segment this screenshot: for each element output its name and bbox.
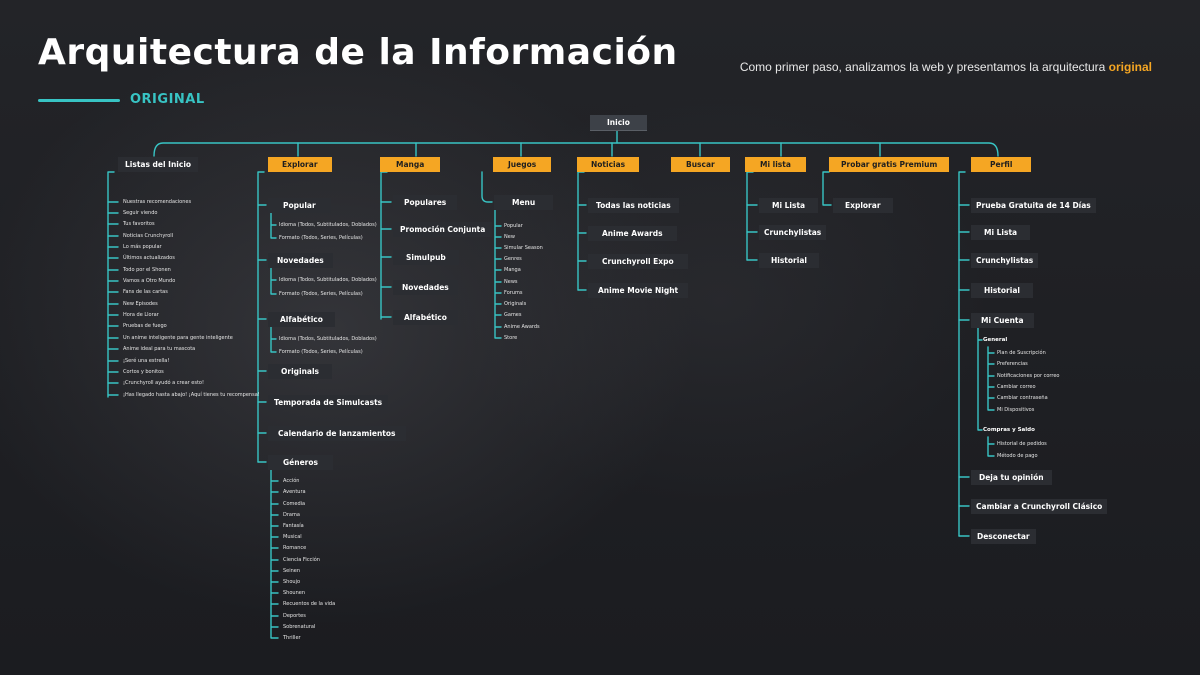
leaf-menu-item: Genres bbox=[504, 256, 522, 262]
node-popular: Popular bbox=[268, 198, 331, 213]
node-generos: Géneros bbox=[268, 455, 333, 470]
leaf-filter: Idioma (Todos, Subtitulados, Doblados) bbox=[279, 336, 377, 342]
node-crunchyroll-expo: Crunchyroll Expo bbox=[588, 254, 688, 269]
node-alfabetico: Alfabético bbox=[268, 312, 335, 327]
leaf-menu-item: Simular Season bbox=[504, 245, 543, 251]
node-todas-las-noticias: Todas las noticias bbox=[588, 198, 679, 213]
node-temporada-simulcasts: Temporada de Simulcasts bbox=[268, 395, 389, 410]
node-mi-cuenta: Mi Cuenta bbox=[971, 313, 1034, 328]
node-probar-gratis-premium: Probar gratis Premium bbox=[829, 157, 950, 172]
leaf-compras-item: Método de pago bbox=[997, 453, 1038, 459]
leaf-listas-item: Seguir viendo bbox=[123, 210, 158, 216]
node-cambiar-clasico: Cambiar a Crunchyroll Clásico bbox=[971, 499, 1108, 514]
node-perfil-crunchylistas: Crunchylistas bbox=[971, 253, 1039, 268]
leaf-filter: Idioma (Todos, Subtitulados, Doblados) bbox=[279, 222, 377, 228]
leaf-menu-item: Manga bbox=[504, 267, 521, 273]
leaf-menu-item: Popular bbox=[504, 223, 523, 229]
leaf-compras-item: Historial de pedidos bbox=[997, 441, 1047, 447]
leaf-genero: Deportes bbox=[283, 613, 306, 619]
node-listas-del-inicio: Listas del Inicio bbox=[118, 157, 199, 172]
node-manga-simulpub: Simulpub bbox=[393, 250, 459, 265]
leaf-listas-item: Un anime inteligente para gente intelige… bbox=[123, 335, 233, 341]
leaf-general-item: Plan de Suscripción bbox=[997, 350, 1046, 356]
leaf-listas-item: Noticias Crunchyroll bbox=[123, 233, 174, 239]
node-originals: Originals bbox=[268, 364, 333, 379]
leaf-filter: Formato (Todos, Series, Películas) bbox=[279, 291, 363, 297]
node-desconectar: Desconectar bbox=[971, 529, 1036, 544]
leaf-genero: Comedia bbox=[283, 501, 306, 507]
node-perfil: Perfil bbox=[971, 157, 1032, 172]
leaf-general-item: Cambiar contraseña bbox=[997, 395, 1048, 401]
leaf-menu-item: Forums bbox=[504, 290, 523, 296]
node-perfil-historial: Historial bbox=[971, 283, 1033, 298]
leaf-listas-item: Hora de Llorar bbox=[123, 312, 159, 318]
leaf-general-item: Preferencias bbox=[997, 361, 1028, 367]
leaf-listas-item: ¡Seré una estrella! bbox=[123, 358, 170, 364]
node-noticias: Noticias bbox=[577, 157, 640, 172]
leaf-filter: Idioma (Todos, Subtitulados, Doblados) bbox=[279, 277, 377, 283]
leaf-listas-item: New Episodes bbox=[123, 301, 158, 307]
node-buscar: Buscar bbox=[671, 157, 730, 172]
leaf-listas-item: Últimos actualizados bbox=[123, 255, 175, 261]
leaf-general-item: Notificaciones por correo bbox=[997, 373, 1060, 379]
node-juegos: Juegos bbox=[493, 157, 552, 172]
node-anime-movie-night: Anime Movie Night bbox=[588, 283, 689, 298]
leaf-menu-item: New bbox=[504, 234, 515, 240]
leaf-genero: Fantasía bbox=[283, 523, 304, 529]
node-probar-explorar: Explorar bbox=[833, 198, 893, 213]
leaf-genero: Shoujo bbox=[283, 579, 301, 585]
leaf-menu-item: News bbox=[504, 279, 518, 285]
leaf-genero: Aventura bbox=[283, 489, 306, 495]
leaf-filter: Formato (Todos, Series, Películas) bbox=[279, 235, 363, 241]
node-manga-populares: Populares bbox=[393, 195, 458, 210]
leaf-general-item: Mi Dispositivos bbox=[997, 407, 1035, 413]
node-perfil-mi-lista: Mi Lista bbox=[971, 225, 1031, 240]
leaf-listas-item: Pruebas de fuego bbox=[123, 323, 167, 329]
leaf-genero: Recuentos de la vida bbox=[283, 601, 336, 607]
leaf-listas-item: Nuestras recomendaciones bbox=[123, 199, 192, 205]
leaf-genero: Acción bbox=[283, 478, 300, 484]
leaf-listas-item: Todo por el Shonen bbox=[123, 267, 171, 273]
node-deja-tu-opinion: Deja tu opinión bbox=[971, 470, 1052, 485]
leaf-menu-item: Games bbox=[504, 312, 522, 318]
group-label-general: General bbox=[983, 337, 1008, 343]
leaf-menu-item: Anime Awards bbox=[504, 324, 540, 330]
node-manga: Manga bbox=[380, 157, 441, 172]
node-manga-novedades: Novedades bbox=[393, 280, 458, 295]
node-milista-crunchylistas: Crunchylistas bbox=[759, 225, 827, 240]
leaf-genero: Thriller bbox=[283, 635, 301, 641]
leaf-listas-item: Anime ideal para tu mascota bbox=[123, 346, 196, 352]
leaf-genero: Drama bbox=[283, 512, 300, 518]
node-explorar: Explorar bbox=[268, 157, 332, 172]
leaf-listas-item: ¡Crunchyroll ayudó a crear esto! bbox=[123, 380, 204, 386]
node-inicio: Inicio bbox=[590, 115, 647, 131]
leaf-genero: Shounen bbox=[283, 590, 305, 596]
leaf-listas-item: Fans de las cartas bbox=[123, 289, 168, 295]
node-milista-historial: Historial bbox=[759, 253, 819, 268]
leaf-genero: Sobrenatural bbox=[283, 624, 316, 630]
node-manga-alfabetico: Alfabético bbox=[393, 310, 458, 325]
leaf-listas-item: Vamos a Otro Mundo bbox=[123, 278, 176, 284]
leaf-listas-item: Tus favoritos bbox=[123, 221, 155, 227]
group-label-compras: Compras y Saldo bbox=[983, 427, 1035, 433]
leaf-listas-item: Lo más popular bbox=[123, 244, 162, 250]
leaf-filter: Formato (Todos, Series, Películas) bbox=[279, 349, 363, 355]
leaf-genero: Romance bbox=[283, 545, 307, 551]
leaf-genero: Musical bbox=[283, 534, 302, 540]
leaf-menu-item: Store bbox=[504, 335, 518, 341]
leaf-menu-item: Originals bbox=[504, 301, 527, 307]
node-juegos-menu: Menu bbox=[494, 195, 554, 210]
node-milista-mi-lista: Mi Lista bbox=[759, 198, 819, 213]
leaf-genero: Seinen bbox=[283, 568, 301, 574]
node-manga-promocion-conjunta: Promoción Conjunta bbox=[393, 222, 493, 237]
node-calendario-lanzamientos: Calendario de lanzamientos bbox=[268, 426, 406, 441]
leaf-listas-item: Cortos y bonitos bbox=[123, 369, 164, 375]
node-anime-awards: Anime Awards bbox=[588, 226, 677, 241]
node-prueba-gratuita: Prueba Gratuita de 14 Días bbox=[971, 198, 1096, 213]
leaf-general-item: Cambiar correo bbox=[997, 384, 1036, 390]
leaf-genero: Ciencia Ficción bbox=[283, 557, 320, 563]
leaf-listas-item: ¡Has llegado hasta abajo! ¡Aquí tienes t… bbox=[123, 392, 260, 398]
node-novedades: Novedades bbox=[268, 253, 333, 268]
node-mi-lista: Mi lista bbox=[745, 157, 806, 172]
